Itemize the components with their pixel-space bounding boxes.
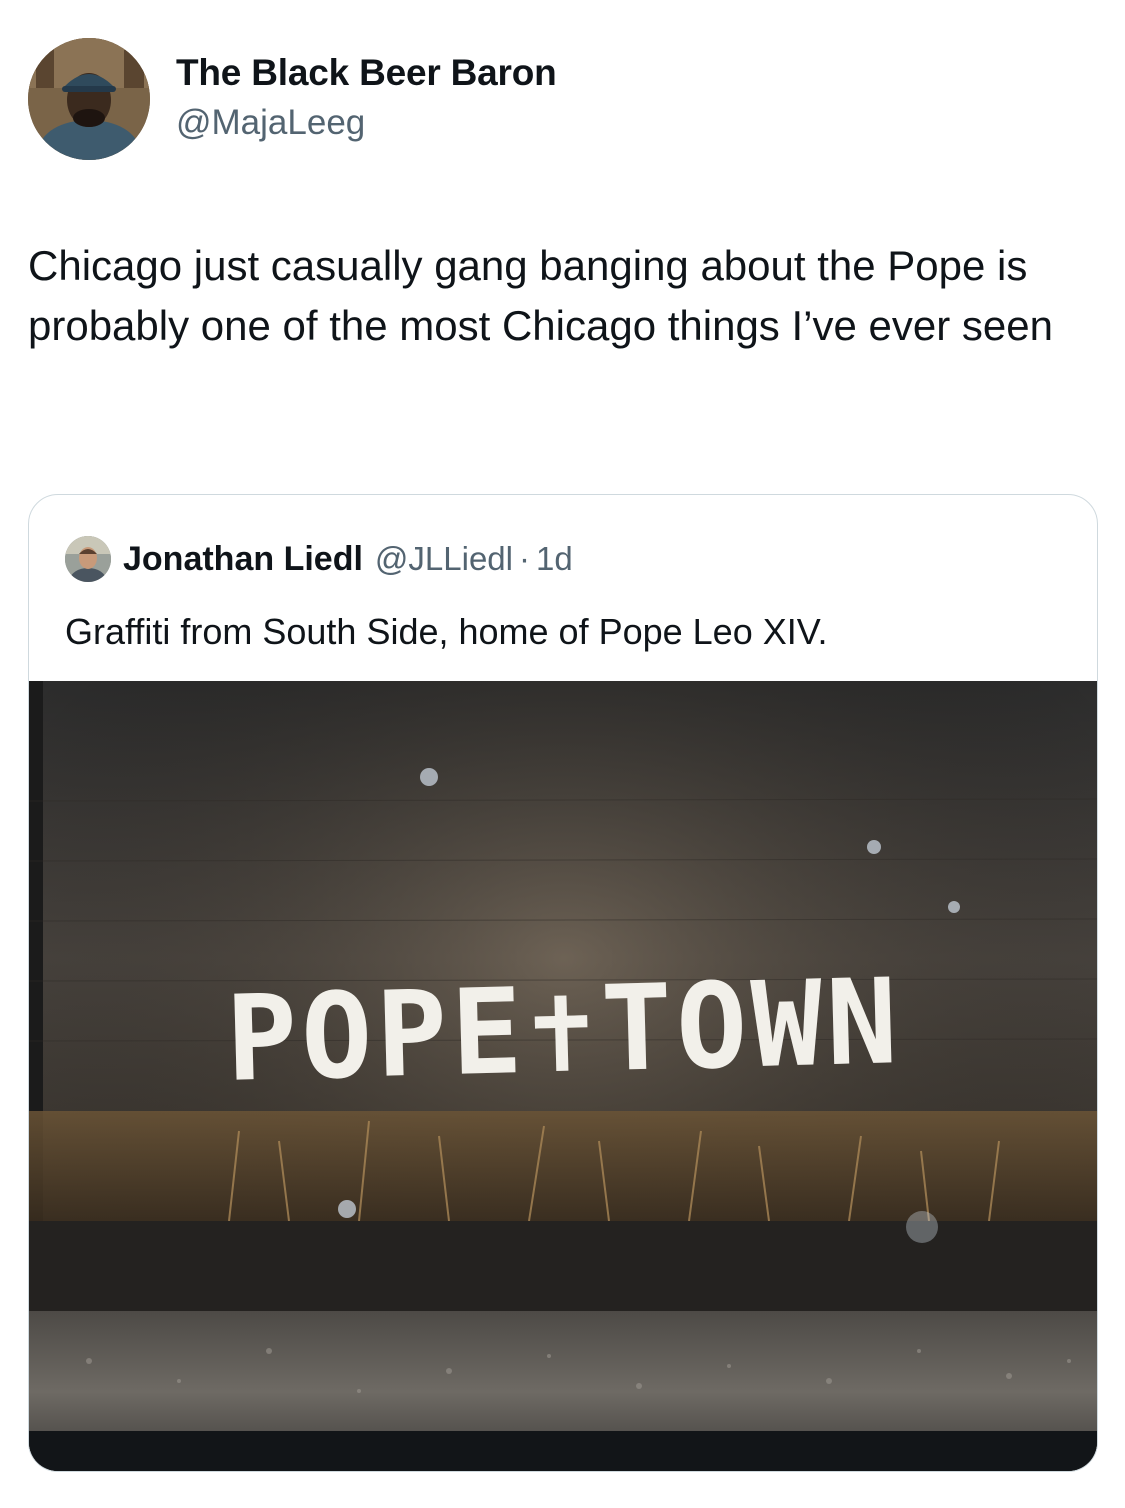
quoted-tweet-card[interactable]: Jonathan Liedl @JLLiedl · 1d Graffiti fr… bbox=[28, 494, 1098, 1472]
tweet-text: Chicago just casually gang banging about… bbox=[28, 242, 1053, 349]
separator-dot: · bbox=[519, 540, 530, 577]
graffiti-text: POPE✝TOWN bbox=[224, 952, 903, 1108]
quoted-author-avatar[interactable] bbox=[65, 536, 111, 582]
quoted-author-display-name[interactable]: Jonathan Liedl bbox=[123, 540, 363, 579]
quoted-tweet-text: Graffiti from South Side, home of Pope L… bbox=[65, 611, 828, 652]
quoted-tweet-image[interactable]: POPE✝TOWN bbox=[29, 681, 1097, 1471]
quoted-author-handle[interactable]: @JLLiedl bbox=[375, 540, 513, 578]
tweet: The Black Beer Baron @MajaLeeg Chicago j… bbox=[0, 0, 1125, 1508]
quoted-tweet-timestamp[interactable]: 1d bbox=[536, 540, 573, 578]
author-handle[interactable]: @MajaLeeg bbox=[176, 103, 365, 143]
author-display-name[interactable]: The Black Beer Baron bbox=[176, 52, 557, 94]
quoted-tweet-header: Jonathan Liedl @JLLiedl · 1d bbox=[65, 535, 573, 583]
author-avatar[interactable] bbox=[28, 38, 150, 160]
